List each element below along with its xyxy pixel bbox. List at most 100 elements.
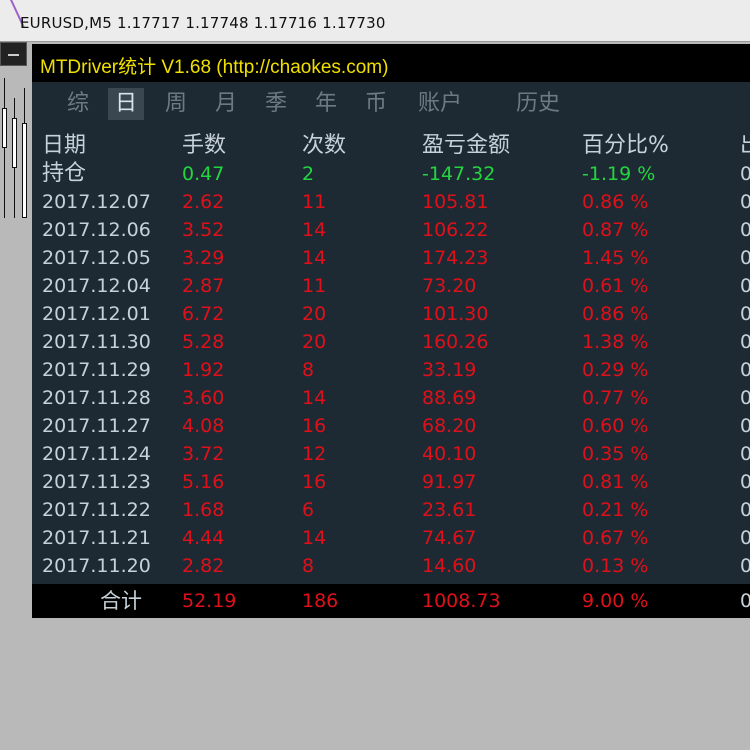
candle-body [2, 108, 7, 148]
row-date: 2017.11.24 [42, 443, 151, 465]
row-count: 14 [302, 219, 327, 241]
row-count: 16 [302, 415, 327, 437]
row-more: 0 [740, 275, 750, 297]
position-percent: -1.19 % [582, 163, 656, 185]
position-count: 2 [302, 163, 315, 185]
tab-4[interactable]: 季 [256, 88, 296, 120]
row-percent: 0.13 % [582, 555, 649, 577]
row-more: 0 [740, 443, 750, 465]
row-lots: 4.08 [182, 415, 225, 437]
col-header-more: 出 [740, 132, 750, 160]
table-row: 2017.11.20 2.82 8 14.60 0.13 % 0 [32, 552, 750, 580]
row-lots: 2.82 [182, 555, 225, 577]
row-percent: 0.29 % [582, 359, 649, 381]
row-lots: 3.52 [182, 219, 225, 241]
row-profit: 91.97 [422, 471, 477, 493]
row-count: 20 [302, 303, 327, 325]
row-date: 2017.12.06 [42, 219, 151, 241]
row-lots: 3.60 [182, 387, 225, 409]
row-percent: 0.35 % [582, 443, 649, 465]
position-label: 持仓 [42, 161, 87, 186]
row-date: 2017.11.27 [42, 415, 151, 437]
table-row: 2017.11.30 5.28 20 160.26 1.38 % 0 [32, 328, 750, 356]
row-date: 2017.11.21 [42, 527, 151, 549]
table-row: 2017.12.06 3.52 14 106.22 0.87 % 0 [32, 216, 750, 244]
row-count: 8 [302, 359, 315, 381]
tab-8[interactable]: 历史 [508, 88, 568, 120]
row-count: 20 [302, 331, 327, 353]
position-lots: 0.47 [182, 163, 225, 185]
row-lots: 4.44 [182, 527, 225, 549]
row-more: 0 [740, 499, 750, 521]
row-percent: 1.45 % [582, 247, 649, 269]
candle-wick [4, 78, 5, 218]
total-lots: 52.19 [182, 590, 237, 612]
position-row: 持仓 0.47 2 -147.32 -1.19 % 0 [32, 160, 750, 188]
table-row: 2017.12.01 6.72 20 101.30 0.86 % 0 [32, 300, 750, 328]
candle-body [22, 123, 27, 218]
row-count: 8 [302, 555, 315, 577]
row-count: 14 [302, 387, 327, 409]
total-percent: 9.00 % [582, 590, 649, 612]
tab-3[interactable]: 月 [206, 88, 246, 120]
tab-2[interactable]: 周 [156, 88, 196, 120]
row-percent: 1.38 % [582, 331, 649, 353]
row-lots: 5.28 [182, 331, 225, 353]
row-percent: 0.86 % [582, 303, 649, 325]
total-profit: 1008.73 [422, 590, 501, 612]
row-profit: 73.20 [422, 275, 477, 297]
row-lots: 6.72 [182, 303, 225, 325]
row-more: 0 [740, 331, 750, 353]
tab-0[interactable]: 综 [58, 88, 98, 120]
row-profit: 88.69 [422, 387, 477, 409]
period-tabs: 综日周月季年币账户 历史 [32, 82, 750, 126]
row-count: 14 [302, 527, 327, 549]
table-row: 2017.11.28 3.60 14 88.69 0.77 % 0 [32, 384, 750, 412]
row-profit: 160.26 [422, 331, 489, 353]
table-row: 2017.12.07 2.62 11 105.81 0.86 % 0 [32, 188, 750, 216]
row-lots: 1.68 [182, 499, 225, 521]
row-date: 2017.11.28 [42, 387, 151, 409]
chart-title-bar: EURUSD,M5 1.17717 1.17748 1.17716 1.1773… [0, 0, 750, 42]
row-more: 0 [740, 415, 750, 437]
panel-header: MTDriver统计 V1.68 (http://chaokes.com) [32, 44, 750, 82]
tab-5[interactable]: 年 [306, 88, 346, 120]
row-profit: 106.22 [422, 219, 489, 241]
row-date: 2017.12.07 [42, 191, 151, 213]
row-percent: 0.61 % [582, 275, 649, 297]
col-header-lots: 手数 [182, 133, 227, 158]
total-more: 0 [740, 590, 750, 612]
row-count: 11 [302, 191, 327, 213]
panel-collapse-button[interactable] [0, 42, 27, 66]
row-date: 2017.11.20 [42, 555, 151, 577]
table-row: 2017.12.05 3.29 14 174.23 1.45 % 0 [32, 244, 750, 272]
row-percent: 0.86 % [582, 191, 649, 213]
row-profit: 174.23 [422, 247, 489, 269]
row-lots: 1.92 [182, 359, 225, 381]
col-header-percent: 百分比% [582, 133, 669, 158]
row-more: 0 [740, 191, 750, 213]
col-header-count: 次数 [302, 133, 347, 158]
row-count: 11 [302, 275, 327, 297]
row-percent: 0.67 % [582, 527, 649, 549]
row-date: 2017.11.29 [42, 359, 151, 381]
row-date: 2017.11.30 [42, 331, 151, 353]
total-row: 合计 52.19 186 1008.73 9.00 % 0 [32, 584, 750, 618]
table-row: 2017.12.04 2.87 11 73.20 0.61 % 0 [32, 272, 750, 300]
row-profit: 23.61 [422, 499, 477, 521]
tab-1[interactable]: 日 [108, 88, 144, 120]
col-header-date: 日期 [42, 133, 87, 158]
position-profit: -147.32 [422, 163, 496, 185]
row-percent: 0.81 % [582, 471, 649, 493]
table-row: 2017.11.27 4.08 16 68.20 0.60 % 0 [32, 412, 750, 440]
mt4-window: EURUSD,M5 1.17717 1.17748 1.17716 1.1773… [0, 0, 750, 750]
row-date: 2017.12.05 [42, 247, 151, 269]
row-date: 2017.12.01 [42, 303, 151, 325]
row-profit: 74.67 [422, 527, 477, 549]
row-profit: 33.19 [422, 359, 477, 381]
table-row: 2017.11.24 3.72 12 40.10 0.35 % 0 [32, 440, 750, 468]
total-label: 合计 [100, 589, 142, 613]
tab-6[interactable]: 币 [356, 88, 396, 120]
panel-title: MTDriver统计 V1.68 (http://chaokes.com) [40, 57, 389, 78]
tab-7[interactable]: 账户 [410, 88, 470, 120]
